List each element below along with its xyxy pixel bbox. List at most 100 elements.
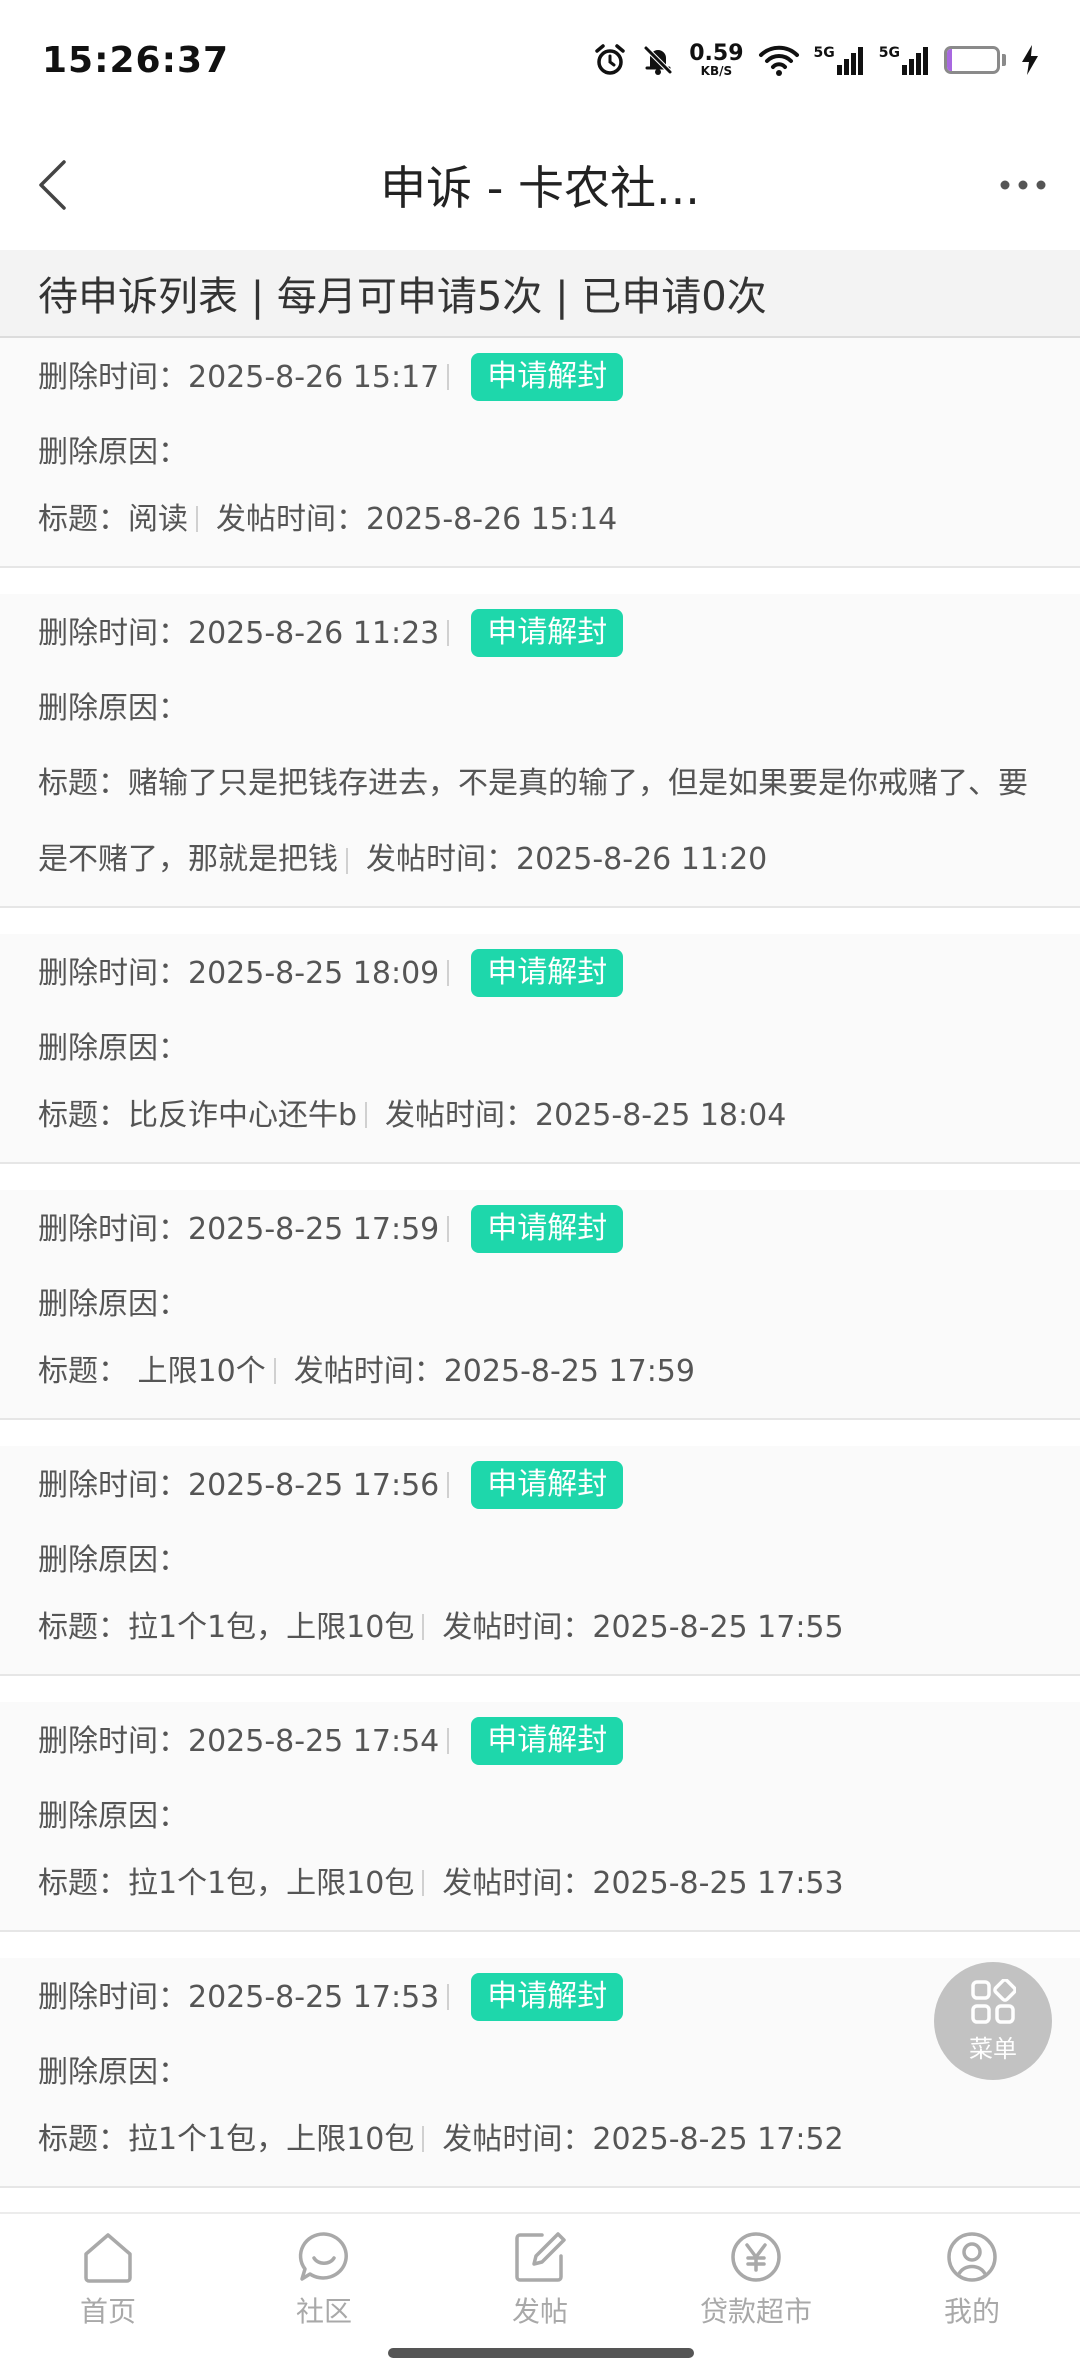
floating-menu-button[interactable]: 菜单 bbox=[934, 1962, 1052, 2080]
edit-icon bbox=[515, 2232, 566, 2282]
record-card: 删除时间： 2025-8-26 15:17 申请解封 删除原因： 标题： 阅读 … bbox=[0, 338, 1080, 568]
separator bbox=[447, 1728, 450, 1754]
delete-reason-row: 删除原因： bbox=[38, 1266, 1042, 1342]
delete-time-row: 删除时间： 2025-8-25 17:56 申请解封 bbox=[38, 1446, 1042, 1522]
home-indicator[interactable] bbox=[388, 2348, 694, 2358]
delete-time-value: 2025-8-26 11:23 bbox=[188, 615, 440, 651]
delete-time-row: 删除时间： 2025-8-25 17:59 申请解封 bbox=[38, 1190, 1042, 1266]
delete-time-label: 删除时间： bbox=[38, 615, 188, 651]
separator bbox=[365, 1102, 368, 1128]
record-card: 删除时间： 2025-8-25 17:56 申请解封 删除原因： 标题： 拉1个… bbox=[0, 1446, 1080, 1676]
net-speed-value: 0.59 bbox=[689, 41, 744, 66]
separator bbox=[422, 1614, 425, 1640]
card-gap bbox=[0, 1676, 1080, 1702]
delete-reason-row: 删除原因： bbox=[38, 670, 1042, 746]
delete-reason-label: 删除原因： bbox=[38, 1542, 188, 1578]
delete-time-row: 删除时间： 2025-8-26 15:17 申请解封 bbox=[38, 338, 1042, 414]
appeal-button[interactable]: 申请解封 bbox=[471, 1717, 624, 1765]
grid-menu-icon bbox=[971, 1978, 1016, 2024]
delete-time-label: 删除时间： bbox=[38, 1211, 188, 1247]
separator bbox=[447, 1984, 450, 2010]
signal-label-1: 5G bbox=[813, 45, 835, 61]
list-header: 待申诉列表 | 每月可申请5次 | 已申请0次 bbox=[0, 250, 1080, 338]
separator bbox=[273, 1358, 276, 1384]
more-button[interactable] bbox=[988, 155, 1058, 215]
tab-home[interactable]: 首页 bbox=[8, 2230, 208, 2376]
title-label: 标题： bbox=[38, 2121, 128, 2157]
record-card: 删除时间： 2025-8-26 11:23 申请解封 删除原因： 标题：赌输了只… bbox=[0, 594, 1080, 908]
signal-label-2: 5G bbox=[878, 45, 900, 61]
record-card: 删除时间： 2025-8-25 17:54 申请解封 删除原因： 标题： 拉1个… bbox=[0, 1702, 1080, 1932]
delete-time-label: 删除时间： bbox=[38, 1979, 188, 2015]
tab-label: 我的 bbox=[943, 2295, 1000, 2328]
post-time-value: 2025-8-25 17:52 bbox=[592, 2121, 844, 2157]
delete-time-value: 2025-8-25 17:56 bbox=[188, 1467, 440, 1503]
post-time-label: 发帖时间： bbox=[442, 2121, 593, 2157]
chat-icon bbox=[298, 2232, 348, 2281]
back-button[interactable] bbox=[22, 155, 82, 215]
battery-icon: 11 bbox=[944, 46, 1000, 74]
tab-mine[interactable]: 我的 bbox=[872, 2230, 1072, 2376]
post-time-value: 2025-8-26 11:20 bbox=[516, 842, 768, 877]
card-gap bbox=[0, 1164, 1080, 1190]
appeal-button[interactable]: 申请解封 bbox=[471, 1973, 624, 2021]
delete-time-row: 删除时间： 2025-8-25 17:53 申请解封 bbox=[38, 1958, 1042, 2034]
title-value: 拉1个1包，上限10包 bbox=[128, 2121, 415, 2157]
battery-level: 11 bbox=[959, 49, 985, 71]
title-row: 标题： 上限10个 发帖时间： 2025-8-25 17:59 bbox=[38, 1342, 1042, 1418]
signal-bars-icon bbox=[902, 47, 928, 75]
separator bbox=[447, 960, 450, 986]
title-value: 拉1个1包，上限10包 bbox=[128, 1865, 415, 1901]
battery-cap bbox=[1002, 54, 1006, 66]
title-label: 标题： bbox=[38, 766, 128, 801]
delete-time-value: 2025-8-25 18:09 bbox=[188, 955, 440, 991]
title-row: 标题：赌输了只是把钱存进去，不是真的输了，但是如果要是你戒赌了、要是不赌了，那就… bbox=[38, 746, 1042, 906]
title-label: 标题： bbox=[38, 1865, 128, 1901]
separator bbox=[422, 2126, 425, 2152]
record-card: 删除时间： 2025-8-25 17:59 申请解封 删除原因： 标题： 上限1… bbox=[0, 1190, 1080, 1420]
separator bbox=[447, 1216, 450, 1242]
home-icon bbox=[84, 2233, 132, 2283]
title-label: 标题： bbox=[38, 1353, 128, 1389]
appeal-button[interactable]: 申请解封 bbox=[471, 949, 624, 997]
signal-strength-1: 5G bbox=[814, 45, 865, 75]
signal-bars-icon bbox=[836, 47, 863, 75]
alarm-icon bbox=[595, 44, 625, 75]
delete-time-label: 删除时间： bbox=[38, 955, 188, 991]
title-label: 标题： bbox=[38, 1097, 128, 1133]
delete-time-row: 删除时间： 2025-8-25 17:54 申请解封 bbox=[38, 1702, 1042, 1778]
separator bbox=[447, 364, 450, 390]
separator bbox=[447, 1472, 450, 1498]
page-title: 申诉 - 卡农社... bbox=[380, 161, 700, 215]
more-dots-icon bbox=[1000, 180, 1046, 190]
yen-icon bbox=[731, 2232, 781, 2282]
appeal-button[interactable]: 申请解封 bbox=[471, 1461, 624, 1509]
tab-label: 贷款超市 bbox=[699, 2295, 812, 2328]
post-time-label: 发帖时间： bbox=[442, 1609, 593, 1645]
card-gap bbox=[0, 568, 1080, 594]
appeal-button[interactable]: 申请解封 bbox=[471, 353, 624, 401]
separator bbox=[422, 1870, 425, 1896]
title-row: 标题： 拉1个1包，上限10包 发帖时间： 2025-8-25 17:55 bbox=[38, 1598, 1042, 1674]
title-row: 标题： 阅读 发帖时间： 2025-8-26 15:14 bbox=[38, 490, 1042, 566]
post-time-label: 发帖时间： bbox=[385, 1097, 536, 1133]
appeal-button[interactable]: 申请解封 bbox=[471, 1205, 624, 1253]
post-time-value: 2025-8-26 15:14 bbox=[366, 501, 618, 537]
delete-reason-label: 删除原因： bbox=[38, 1798, 188, 1834]
delete-reason-label: 删除原因： bbox=[38, 434, 188, 470]
record-card: 删除时间： 2025-8-25 18:09 申请解封 删除原因： 标题： 比反诈… bbox=[0, 934, 1080, 1164]
separator bbox=[447, 620, 450, 646]
delete-time-value: 2025-8-25 17:54 bbox=[188, 1723, 440, 1759]
separator bbox=[346, 847, 348, 874]
card-gap bbox=[0, 1932, 1080, 1958]
title-row: 标题： 比反诈中心还牛b 发帖时间： 2025-8-25 18:04 bbox=[38, 1086, 1042, 1162]
record-list: 删除时间： 2025-8-26 15:17 申请解封 删除原因： 标题： 阅读 … bbox=[0, 338, 1080, 2188]
mute-bell-icon bbox=[644, 46, 673, 75]
signal-strength-2: 5G bbox=[879, 45, 930, 75]
delete-reason-row: 删除原因： bbox=[38, 1010, 1042, 1086]
delete-reason-label: 删除原因： bbox=[38, 2054, 188, 2090]
title-value: 上限10个 bbox=[128, 1353, 266, 1389]
title-row: 标题： 拉1个1包，上限10包 发帖时间： 2025-8-25 17:52 bbox=[38, 2110, 1042, 2186]
appeal-button[interactable]: 申请解封 bbox=[471, 609, 624, 657]
delete-reason-row: 删除原因： bbox=[38, 1522, 1042, 1598]
